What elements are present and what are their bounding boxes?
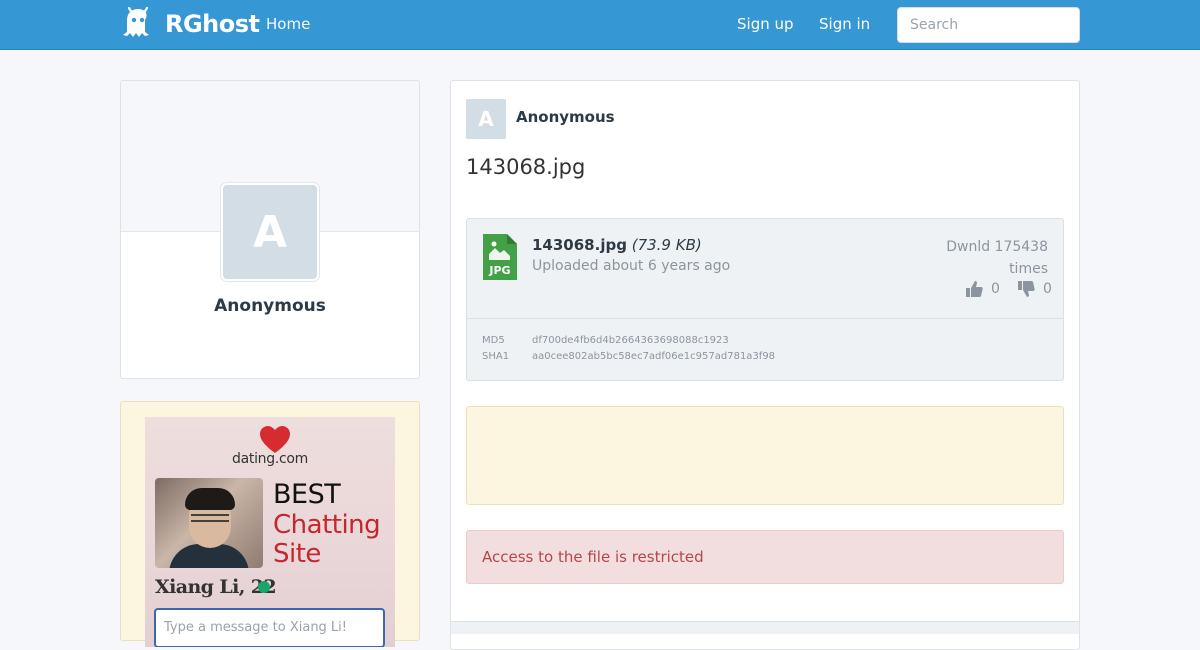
profile-avatar[interactable]: A bbox=[221, 183, 319, 281]
ad-slot bbox=[466, 406, 1064, 505]
online-status-dot bbox=[258, 581, 270, 593]
hash-row-sha1: SHA1 aa0cee802ab5bc58ec7adf06e1c957ad781a… bbox=[482, 351, 775, 362]
ad-headline-best: BEST bbox=[273, 479, 341, 510]
like-count: 0 bbox=[991, 281, 1000, 297]
jpg-file-icon: JPG bbox=[483, 234, 517, 280]
brand-name: RGhost bbox=[165, 10, 260, 38]
ad-message-input[interactable]: Type a message to Xiang Li! bbox=[154, 608, 385, 647]
heart-icon bbox=[260, 426, 290, 453]
download-count-line2: times bbox=[1009, 261, 1048, 277]
ad-headline-site: Site bbox=[273, 539, 321, 569]
search-input[interactable] bbox=[897, 7, 1080, 43]
hash-label: MD5 bbox=[482, 335, 505, 346]
ad-brand: dating.com bbox=[232, 451, 308, 467]
dating-ad-banner[interactable]: dating.com BEST Chatting Site Xiang Li, … bbox=[145, 417, 395, 647]
logo[interactable]: RGhost bbox=[120, 6, 260, 42]
thumbs-down-icon bbox=[1018, 281, 1035, 297]
file-info-box: JPG 143068.jpg (73.9 KB) Uploaded about … bbox=[466, 218, 1064, 381]
profile-name[interactable]: Anonymous bbox=[121, 296, 419, 316]
file-type-label: JPG bbox=[488, 264, 510, 277]
hash-value: aa0cee802ab5bc58ec7adf06e1c957ad781a3f98 bbox=[532, 351, 776, 362]
file-size: (73.9 KB) bbox=[631, 236, 702, 254]
dislike-button[interactable]: 0 bbox=[1017, 280, 1052, 298]
thumbs-up-icon bbox=[966, 281, 983, 297]
upload-time: Uploaded about 6 years ago bbox=[532, 258, 731, 274]
ad-person-photo bbox=[155, 478, 263, 568]
restricted-alert: Access to the file is restricted bbox=[466, 530, 1064, 584]
hash-label: SHA1 bbox=[482, 351, 510, 362]
profile-avatar-letter: A bbox=[223, 185, 317, 279]
dislike-count: 0 bbox=[1043, 281, 1052, 297]
download-count: Dwnld 175438 times bbox=[907, 236, 1048, 280]
file-box-divider bbox=[467, 318, 1063, 319]
ad-headline-chatting: Chatting bbox=[273, 510, 381, 540]
download-count-line1: Dwnld 175438 bbox=[946, 239, 1048, 255]
ghost-icon bbox=[123, 6, 149, 37]
owner-name[interactable]: Anonymous bbox=[516, 108, 615, 126]
sign-up-link[interactable]: Sign up bbox=[737, 15, 794, 33]
panel-footer bbox=[451, 621, 1079, 634]
like-button[interactable]: 0 bbox=[965, 280, 1000, 298]
sign-in-link[interactable]: Sign in bbox=[819, 15, 870, 33]
file-name-line: 143068.jpg (73.9 KB) bbox=[532, 236, 702, 254]
file-name[interactable]: 143068.jpg bbox=[532, 236, 627, 254]
profile-card: A Anonymous bbox=[120, 80, 420, 379]
hash-row-md5: MD5 df700de4fb6d4b2664363698088c1923 bbox=[482, 335, 729, 346]
owner-avatar[interactable]: A bbox=[466, 99, 506, 139]
nav-home-link[interactable]: Home bbox=[266, 15, 310, 33]
top-navbar: RGhost Home Sign up Sign in bbox=[0, 0, 1200, 50]
hash-value: df700de4fb6d4b2664363698088c1923 bbox=[532, 335, 729, 346]
file-title: 143068.jpg bbox=[466, 155, 586, 179]
